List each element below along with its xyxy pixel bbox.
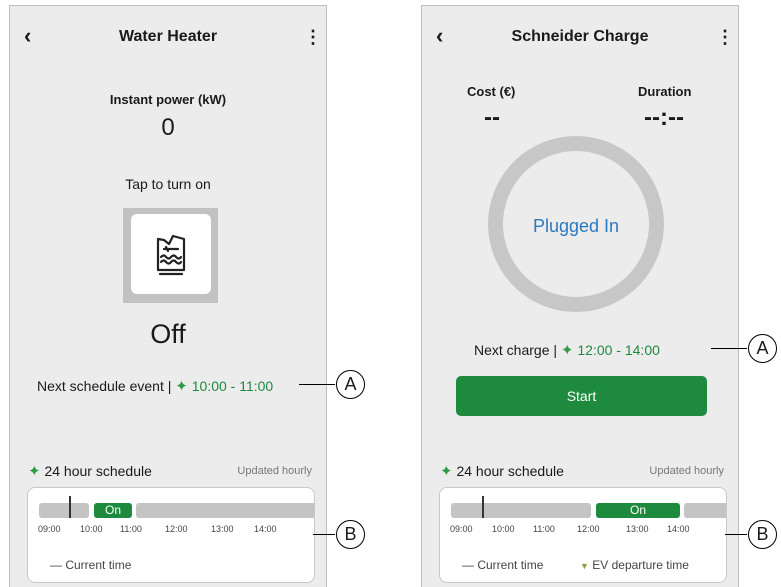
timeline-off-segment [451, 503, 591, 518]
legend-ev-departure: ▼ EV departure time [580, 558, 689, 572]
cost-label: Cost (€) [467, 84, 516, 99]
timeline-tick: 11:00 [533, 524, 555, 534]
timeline-tick: 12:00 [165, 524, 188, 534]
timeline-tick: 10:00 [492, 524, 515, 534]
legend-current-time: — Current time [462, 558, 543, 572]
more-options-icon[interactable]: ⋮ [716, 27, 734, 47]
legend-current-label: Current time [477, 558, 544, 572]
timeline-tick: 09:00 [450, 524, 473, 534]
schedule-header: ✦ 24 hour schedule [440, 462, 564, 480]
back-chevron-icon[interactable]: ‹ [24, 25, 46, 47]
schedule-title: 24 hour schedule [44, 463, 152, 479]
water-heater-toggle-button[interactable] [123, 208, 218, 303]
sparkle-icon: ✦ [560, 342, 574, 359]
cost-value: -- [484, 104, 500, 131]
callout-a-line-left [299, 384, 335, 385]
current-time-marker [69, 496, 71, 518]
timeline-tick: 09:00 [38, 524, 61, 534]
schedule-timeline[interactable]: On 09:00 10:00 11:00 12:00 13:00 14:00 —… [27, 487, 315, 583]
legend-line-icon: — [50, 558, 62, 572]
sparkle-icon: ✦ [28, 463, 41, 480]
timeline-tick: 12:00 [577, 524, 600, 534]
sparkle-icon: ✦ [440, 463, 453, 480]
timeline-tick: 13:00 [626, 524, 649, 534]
callout-a-line-right [711, 348, 747, 349]
water-heater-screen: ‹ Water Heater ⋮ Instant power (kW) 0 Ta… [9, 5, 327, 587]
page-title: Schneider Charge [511, 28, 649, 45]
legend-current-time: — Current time [50, 558, 131, 572]
schneider-charge-screen: ‹ Schneider Charge ⋮ Cost (€) -- Duratio… [421, 5, 739, 587]
page-title: Water Heater [118, 28, 218, 45]
callout-b-line-right [725, 534, 747, 535]
next-charge-time: 12:00 - 14:00 [577, 342, 660, 358]
toggle-inner-tile [131, 214, 211, 294]
timeline-tick: 14:00 [667, 524, 690, 534]
instant-power-value: 0 [161, 114, 175, 141]
timeline-off-segment [136, 503, 314, 518]
duration-value: --:-- [644, 104, 684, 131]
timeline-off-segment [684, 503, 726, 518]
charge-status-ring[interactable]: Plugged In [488, 136, 664, 312]
legend-line-icon: — [462, 558, 474, 572]
departure-triangle-icon: ▼ [580, 561, 589, 571]
timeline-tick: 14:00 [254, 524, 277, 534]
next-charge: Next charge | ✦ 12:00 - 14:00 [474, 341, 660, 359]
schedule-header: ✦ 24 hour schedule [28, 462, 152, 480]
device-state: Off [150, 319, 186, 349]
timeline-on-segment: On [596, 503, 680, 518]
more-options-icon[interactable]: ⋮ [304, 27, 322, 47]
callout-b-left: B [336, 520, 365, 549]
back-chevron-icon[interactable]: ‹ [436, 25, 458, 47]
instant-power-label: Instant power (kW) [109, 92, 227, 107]
timeline-on-segment: On [94, 503, 132, 518]
timeline-off-segment [39, 503, 89, 518]
next-charge-label: Next charge | [474, 342, 558, 358]
water-heater-icon [156, 234, 186, 276]
timeline-tick: 11:00 [120, 524, 142, 534]
next-schedule-time: 10:00 - 11:00 [191, 378, 274, 394]
current-time-marker [482, 496, 484, 518]
legend-departure-label: EV departure time [592, 558, 689, 572]
schedule-timeline[interactable]: On 09:00 10:00 11:00 12:00 13:00 14:00 —… [439, 487, 727, 583]
callout-a-right: A [748, 334, 777, 363]
next-schedule-label: Next schedule event | [37, 378, 172, 394]
duration-label: Duration [638, 84, 692, 99]
timeline-tick: 10:00 [80, 524, 103, 534]
charge-status-text: Plugged In [532, 216, 620, 236]
next-schedule-event: Next schedule event | ✦ 10:00 - 11:00 [37, 377, 273, 395]
callout-a-left: A [336, 370, 365, 399]
schedule-updated-note: Updated hourly [237, 465, 312, 477]
start-button[interactable]: Start [456, 376, 707, 416]
timeline-tick: 13:00 [211, 524, 234, 534]
schedule-updated-note: Updated hourly [649, 465, 724, 477]
callout-b-line-left [313, 534, 335, 535]
schedule-title: 24 hour schedule [456, 463, 564, 479]
callout-b-right: B [748, 520, 777, 549]
sparkle-icon: ✦ [175, 378, 188, 395]
tap-to-turn-on-hint: Tap to turn on [125, 176, 211, 192]
legend-current-label: Current time [65, 558, 132, 572]
